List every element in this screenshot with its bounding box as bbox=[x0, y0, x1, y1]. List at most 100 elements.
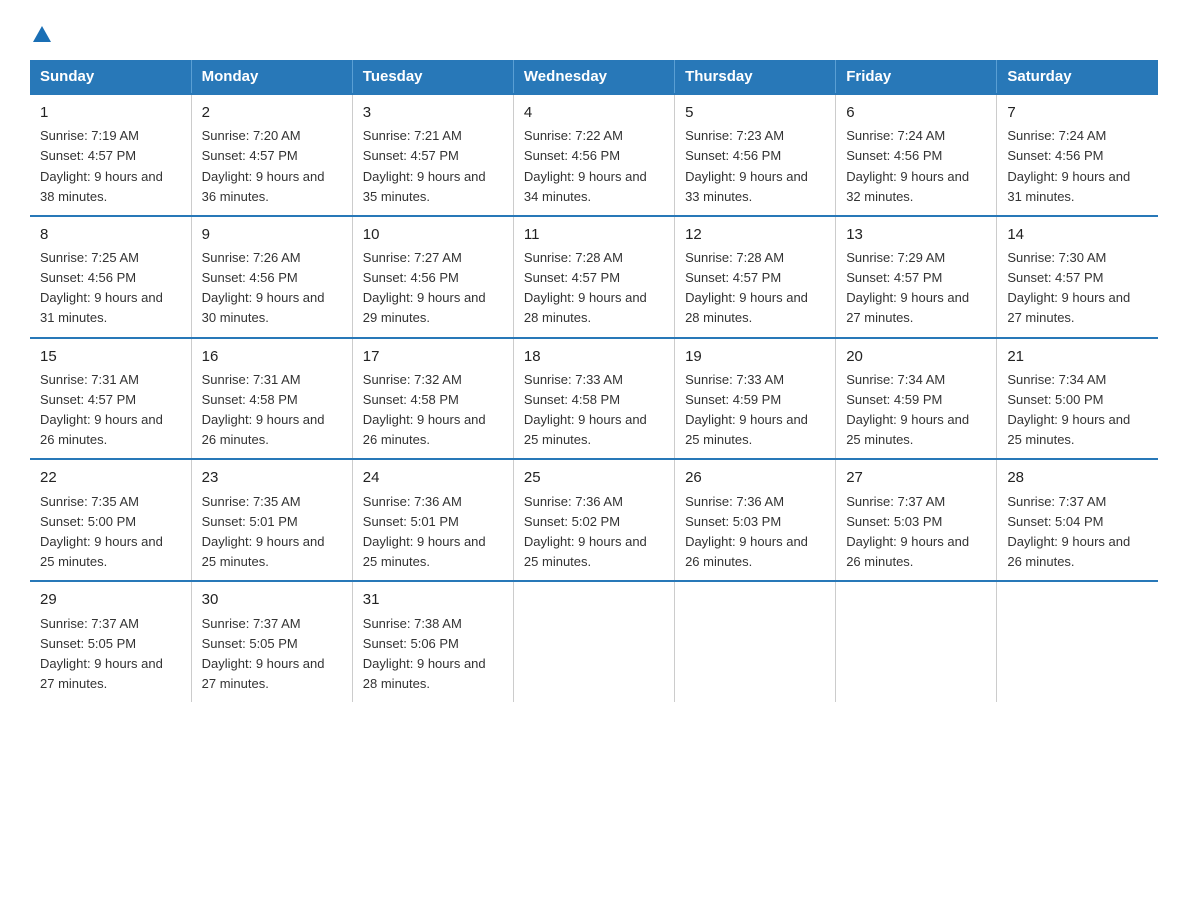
calendar-empty-cell bbox=[675, 581, 836, 702]
calendar-day-cell: 2 Sunrise: 7:20 AM Sunset: 4:57 PM Dayli… bbox=[191, 94, 352, 216]
day-number: 14 bbox=[1007, 223, 1148, 246]
calendar-day-cell: 9 Sunrise: 7:26 AM Sunset: 4:56 PM Dayli… bbox=[191, 216, 352, 338]
day-daylight: Daylight: 9 hours and 25 minutes. bbox=[524, 412, 647, 447]
calendar-day-cell: 15 Sunrise: 7:31 AM Sunset: 4:57 PM Dayl… bbox=[30, 338, 191, 460]
day-sunset: Sunset: 4:56 PM bbox=[363, 270, 459, 285]
day-number: 1 bbox=[40, 101, 181, 124]
day-sunrise: Sunrise: 7:25 AM bbox=[40, 250, 139, 265]
day-sunrise: Sunrise: 7:36 AM bbox=[363, 494, 462, 509]
day-sunset: Sunset: 5:03 PM bbox=[685, 514, 781, 529]
day-sunrise: Sunrise: 7:37 AM bbox=[40, 616, 139, 631]
day-sunset: Sunset: 4:57 PM bbox=[524, 270, 620, 285]
day-daylight: Daylight: 9 hours and 27 minutes. bbox=[40, 656, 163, 691]
day-sunrise: Sunrise: 7:33 AM bbox=[524, 372, 623, 387]
calendar-day-cell: 29 Sunrise: 7:37 AM Sunset: 5:05 PM Dayl… bbox=[30, 581, 191, 702]
day-sunset: Sunset: 4:57 PM bbox=[363, 148, 459, 163]
calendar-day-cell: 27 Sunrise: 7:37 AM Sunset: 5:03 PM Dayl… bbox=[836, 459, 997, 581]
day-sunset: Sunset: 4:56 PM bbox=[40, 270, 136, 285]
day-sunset: Sunset: 4:57 PM bbox=[846, 270, 942, 285]
day-number: 18 bbox=[524, 345, 664, 368]
day-daylight: Daylight: 9 hours and 26 minutes. bbox=[363, 412, 486, 447]
calendar-day-cell: 21 Sunrise: 7:34 AM Sunset: 5:00 PM Dayl… bbox=[997, 338, 1158, 460]
day-sunset: Sunset: 4:58 PM bbox=[524, 392, 620, 407]
day-sunrise: Sunrise: 7:28 AM bbox=[524, 250, 623, 265]
day-number: 26 bbox=[685, 466, 825, 489]
day-daylight: Daylight: 9 hours and 25 minutes. bbox=[685, 412, 808, 447]
logo-triangle-icon bbox=[31, 24, 53, 46]
day-daylight: Daylight: 9 hours and 25 minutes. bbox=[524, 534, 647, 569]
calendar-empty-cell bbox=[836, 581, 997, 702]
weekday-header-wednesday: Wednesday bbox=[513, 60, 674, 94]
calendar-day-cell: 5 Sunrise: 7:23 AM Sunset: 4:56 PM Dayli… bbox=[675, 94, 836, 216]
day-sunset: Sunset: 5:04 PM bbox=[1007, 514, 1103, 529]
day-sunrise: Sunrise: 7:33 AM bbox=[685, 372, 784, 387]
day-number: 11 bbox=[524, 223, 664, 246]
day-daylight: Daylight: 9 hours and 25 minutes. bbox=[846, 412, 969, 447]
calendar-day-cell: 10 Sunrise: 7:27 AM Sunset: 4:56 PM Dayl… bbox=[352, 216, 513, 338]
calendar-table: SundayMondayTuesdayWednesdayThursdayFrid… bbox=[30, 60, 1158, 702]
day-daylight: Daylight: 9 hours and 29 minutes. bbox=[363, 290, 486, 325]
day-daylight: Daylight: 9 hours and 26 minutes. bbox=[846, 534, 969, 569]
weekday-header-saturday: Saturday bbox=[997, 60, 1158, 94]
day-sunset: Sunset: 5:05 PM bbox=[40, 636, 136, 651]
calendar-day-cell: 6 Sunrise: 7:24 AM Sunset: 4:56 PM Dayli… bbox=[836, 94, 997, 216]
calendar-day-cell: 14 Sunrise: 7:30 AM Sunset: 4:57 PM Dayl… bbox=[997, 216, 1158, 338]
calendar-day-cell: 19 Sunrise: 7:33 AM Sunset: 4:59 PM Dayl… bbox=[675, 338, 836, 460]
weekday-header-thursday: Thursday bbox=[675, 60, 836, 94]
calendar-day-cell: 24 Sunrise: 7:36 AM Sunset: 5:01 PM Dayl… bbox=[352, 459, 513, 581]
day-sunrise: Sunrise: 7:28 AM bbox=[685, 250, 784, 265]
calendar-day-cell: 17 Sunrise: 7:32 AM Sunset: 4:58 PM Dayl… bbox=[352, 338, 513, 460]
day-daylight: Daylight: 9 hours and 28 minutes. bbox=[363, 656, 486, 691]
day-daylight: Daylight: 9 hours and 32 minutes. bbox=[846, 169, 969, 204]
day-daylight: Daylight: 9 hours and 33 minutes. bbox=[685, 169, 808, 204]
day-number: 5 bbox=[685, 101, 825, 124]
day-sunset: Sunset: 4:56 PM bbox=[1007, 148, 1103, 163]
day-daylight: Daylight: 9 hours and 25 minutes. bbox=[363, 534, 486, 569]
day-daylight: Daylight: 9 hours and 27 minutes. bbox=[846, 290, 969, 325]
day-sunrise: Sunrise: 7:37 AM bbox=[1007, 494, 1106, 509]
day-sunset: Sunset: 4:57 PM bbox=[40, 148, 136, 163]
day-sunset: Sunset: 5:00 PM bbox=[40, 514, 136, 529]
day-number: 25 bbox=[524, 466, 664, 489]
day-number: 2 bbox=[202, 101, 342, 124]
calendar-day-cell: 28 Sunrise: 7:37 AM Sunset: 5:04 PM Dayl… bbox=[997, 459, 1158, 581]
day-sunrise: Sunrise: 7:32 AM bbox=[363, 372, 462, 387]
day-daylight: Daylight: 9 hours and 30 minutes. bbox=[202, 290, 325, 325]
day-sunrise: Sunrise: 7:35 AM bbox=[202, 494, 301, 509]
day-daylight: Daylight: 9 hours and 26 minutes. bbox=[40, 412, 163, 447]
day-daylight: Daylight: 9 hours and 26 minutes. bbox=[1007, 534, 1130, 569]
calendar-day-cell: 4 Sunrise: 7:22 AM Sunset: 4:56 PM Dayli… bbox=[513, 94, 674, 216]
calendar-day-cell: 20 Sunrise: 7:34 AM Sunset: 4:59 PM Dayl… bbox=[836, 338, 997, 460]
day-daylight: Daylight: 9 hours and 35 minutes. bbox=[363, 169, 486, 204]
day-sunrise: Sunrise: 7:24 AM bbox=[846, 128, 945, 143]
calendar-day-cell: 12 Sunrise: 7:28 AM Sunset: 4:57 PM Dayl… bbox=[675, 216, 836, 338]
day-sunset: Sunset: 5:00 PM bbox=[1007, 392, 1103, 407]
calendar-day-cell: 13 Sunrise: 7:29 AM Sunset: 4:57 PM Dayl… bbox=[836, 216, 997, 338]
day-daylight: Daylight: 9 hours and 25 minutes. bbox=[40, 534, 163, 569]
day-sunset: Sunset: 5:05 PM bbox=[202, 636, 298, 651]
calendar-day-cell: 26 Sunrise: 7:36 AM Sunset: 5:03 PM Dayl… bbox=[675, 459, 836, 581]
day-sunrise: Sunrise: 7:31 AM bbox=[40, 372, 139, 387]
day-daylight: Daylight: 9 hours and 28 minutes. bbox=[685, 290, 808, 325]
day-number: 16 bbox=[202, 345, 342, 368]
day-sunset: Sunset: 4:58 PM bbox=[363, 392, 459, 407]
day-number: 3 bbox=[363, 101, 503, 124]
day-number: 6 bbox=[846, 101, 986, 124]
day-sunset: Sunset: 5:01 PM bbox=[202, 514, 298, 529]
day-sunset: Sunset: 4:56 PM bbox=[202, 270, 298, 285]
day-number: 21 bbox=[1007, 345, 1148, 368]
day-number: 4 bbox=[524, 101, 664, 124]
calendar-week-row: 22 Sunrise: 7:35 AM Sunset: 5:00 PM Dayl… bbox=[30, 459, 1158, 581]
day-number: 8 bbox=[40, 223, 181, 246]
day-sunrise: Sunrise: 7:35 AM bbox=[40, 494, 139, 509]
weekday-header-tuesday: Tuesday bbox=[352, 60, 513, 94]
calendar-day-cell: 8 Sunrise: 7:25 AM Sunset: 4:56 PM Dayli… bbox=[30, 216, 191, 338]
day-number: 12 bbox=[685, 223, 825, 246]
day-sunset: Sunset: 5:01 PM bbox=[363, 514, 459, 529]
day-sunrise: Sunrise: 7:29 AM bbox=[846, 250, 945, 265]
day-sunrise: Sunrise: 7:37 AM bbox=[846, 494, 945, 509]
day-daylight: Daylight: 9 hours and 27 minutes. bbox=[202, 656, 325, 691]
day-number: 30 bbox=[202, 588, 342, 611]
day-number: 29 bbox=[40, 588, 181, 611]
day-sunset: Sunset: 4:56 PM bbox=[846, 148, 942, 163]
